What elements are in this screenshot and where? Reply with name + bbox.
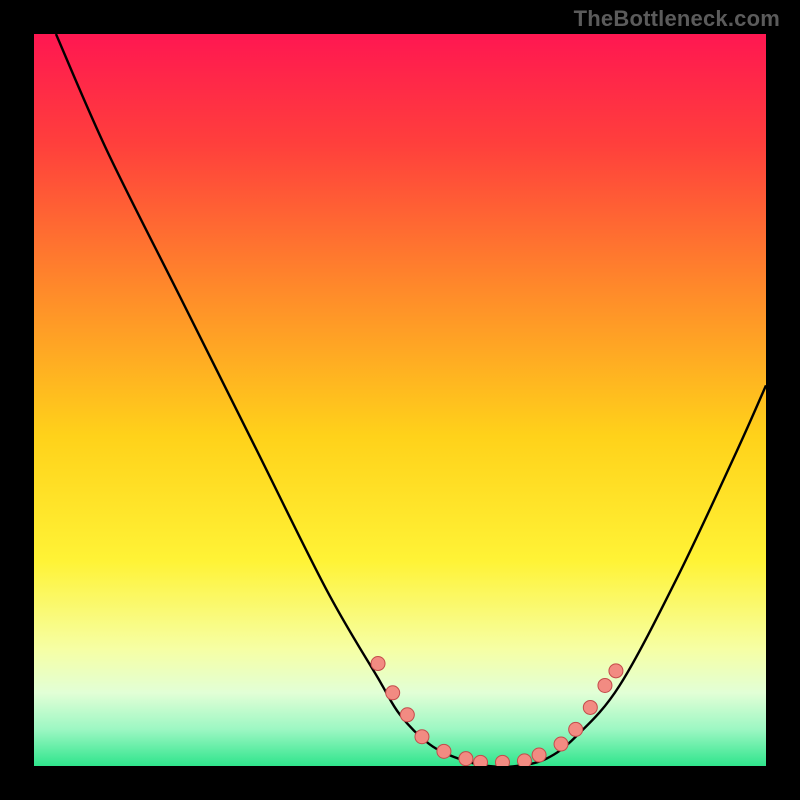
chart-frame: TheBottleneck.com bbox=[0, 0, 800, 800]
curve-dot bbox=[459, 752, 473, 766]
curve-dot bbox=[517, 754, 531, 766]
curve-dot bbox=[400, 708, 414, 722]
curve-dot bbox=[474, 755, 488, 766]
curve-dot bbox=[532, 748, 546, 762]
curve-dot bbox=[415, 730, 429, 744]
curve-dot bbox=[569, 722, 583, 736]
curve-dot bbox=[371, 657, 385, 671]
watermark-text: TheBottleneck.com bbox=[574, 6, 780, 32]
curve-dot bbox=[609, 664, 623, 678]
curve-dot bbox=[437, 744, 451, 758]
curve-dot bbox=[386, 686, 400, 700]
bottleneck-chart bbox=[34, 34, 766, 766]
curve-dot bbox=[554, 737, 568, 751]
curve-dot bbox=[495, 755, 509, 766]
gradient-background bbox=[34, 34, 766, 766]
curve-dot bbox=[598, 678, 612, 692]
curve-dot bbox=[583, 700, 597, 714]
